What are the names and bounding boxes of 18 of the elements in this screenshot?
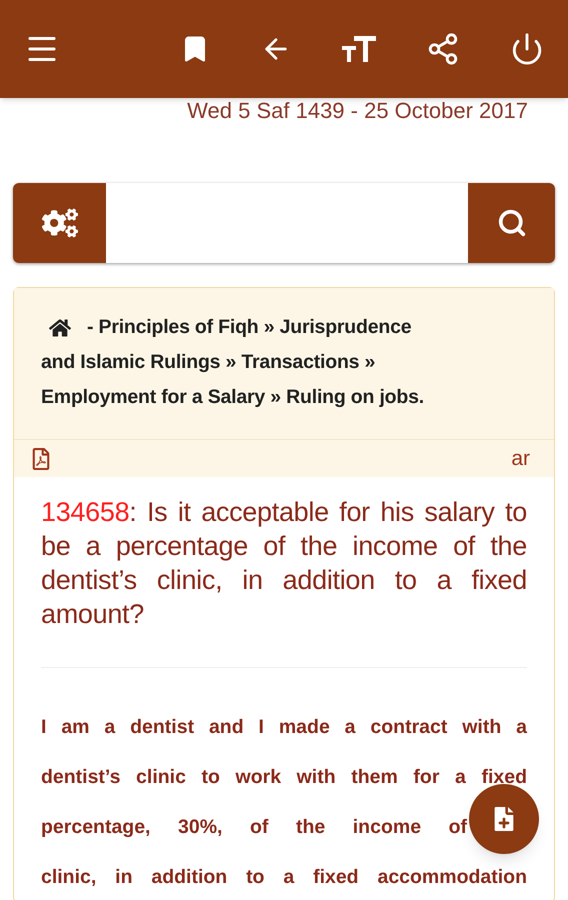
- date-text: Wed 5 Saf 1439 - 25 October 2017: [187, 97, 528, 125]
- share-icon[interactable]: [426, 32, 460, 66]
- breadcrumb-text: Employment for a Salary » Ruling on jobs.: [41, 384, 424, 410]
- question-body-line: I am a dentist and I made a contract with a: [41, 715, 527, 740]
- search-button[interactable]: [468, 183, 555, 263]
- power-icon[interactable]: [510, 32, 544, 66]
- question-body-line: dentist’s clinic to work with them for a fixed: [41, 765, 527, 790]
- question-body-line: percentage, 30%, of the income of: [41, 815, 467, 840]
- language-link[interactable]: ar: [511, 442, 538, 474]
- settings-button[interactable]: [13, 183, 106, 263]
- question-title: 134658: Is it acceptable for his salary to be a percentage of the income of the dentist’s clinic, in addition to a fixed amount?: [41, 495, 527, 668]
- pdf-icon[interactable]: [30, 448, 52, 470]
- breadcrumb-text: - Principles of Fiqh » Jurisprudence: [87, 314, 412, 340]
- search-icon: [496, 208, 526, 238]
- text-size-icon[interactable]: [342, 34, 376, 64]
- breadcrumb-text: and Islamic Rulings » Transactions »: [41, 350, 376, 375]
- question-body-line: clinic, in addition to a fixed accommodation: [41, 865, 527, 890]
- home-icon[interactable]: [49, 316, 71, 338]
